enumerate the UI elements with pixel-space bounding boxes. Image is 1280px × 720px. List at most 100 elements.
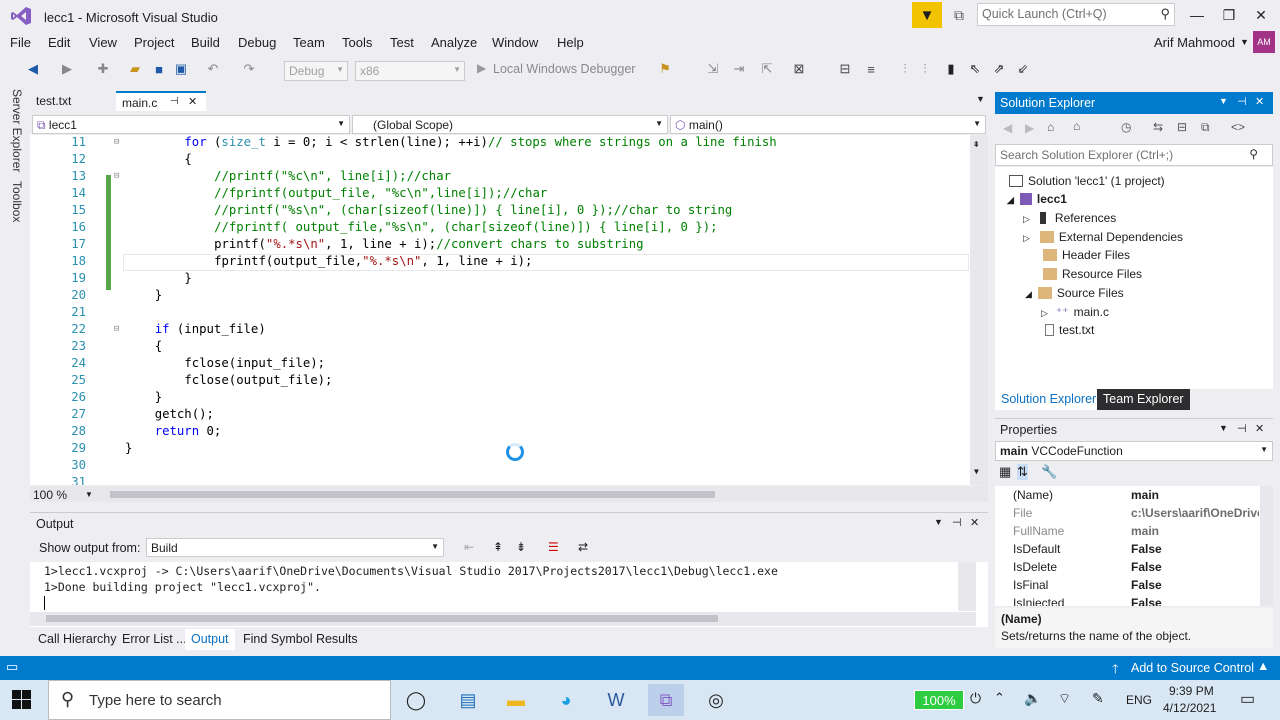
output-vertical-scrollbar[interactable] xyxy=(958,562,976,611)
prev-bookmark-icon[interactable]: ⇖ xyxy=(966,60,984,78)
tree-item-solution[interactable]: Solution 'lecc1' (1 project) xyxy=(1009,174,1165,188)
edge-icon[interactable]: ◕ xyxy=(548,684,584,716)
property-row[interactable]: (Name) main xyxy=(995,486,1260,504)
undo-icon[interactable]: ↶ xyxy=(204,60,222,78)
show-hidden-icon[interactable]: ⌃ xyxy=(994,690,1005,706)
menu-help[interactable]: Help xyxy=(557,35,584,50)
menu-file[interactable]: File xyxy=(10,35,31,50)
step-over-icon[interactable]: ⇥ xyxy=(730,60,748,78)
menu-analyze[interactable]: Analyze xyxy=(431,35,477,50)
back-icon[interactable]: ◀ xyxy=(1003,121,1012,135)
zoom-dropdown-icon[interactable]: ▼ xyxy=(85,490,93,499)
save-all-icon[interactable]: ▣ xyxy=(172,60,190,78)
menu-build[interactable]: Build xyxy=(191,35,220,50)
filter-icon[interactable]: ▼ xyxy=(912,2,942,28)
prev-message-icon[interactable]: ⇞ xyxy=(493,540,503,554)
function-select[interactable]: ⬡ main() ▼ xyxy=(670,115,986,134)
configuration-select[interactable]: Debug ▼ xyxy=(284,61,348,81)
output-horizontal-scrollbar[interactable] xyxy=(30,612,976,626)
format-icon[interactable]: ⫶ xyxy=(896,60,914,78)
taskbar-search-input[interactable]: ⚲ Type here to search xyxy=(48,680,391,720)
properties-menu-icon[interactable]: ▼ xyxy=(1219,423,1228,433)
pin-icon[interactable]: ⊣ xyxy=(170,96,179,107)
horizontal-scroll-thumb[interactable] xyxy=(110,491,715,498)
collapse-region-icon[interactable]: ⊟ xyxy=(114,324,119,334)
save-icon[interactable]: ■ xyxy=(150,60,168,78)
back-icon[interactable]: ◀ xyxy=(24,60,42,78)
next-message-icon[interactable]: ⇟ xyxy=(516,540,526,554)
close-window-button[interactable]: ✕ xyxy=(1244,4,1278,26)
project-select[interactable]: ⧉ lecc1 ▼ xyxy=(32,115,350,134)
power-icon[interactable]: ⏻ xyxy=(970,690,981,707)
restore-button[interactable]: ❐ xyxy=(1212,4,1246,26)
clock-date[interactable]: 4/12/2021 xyxy=(1163,701,1216,715)
properties-object-select[interactable]: main VCCodeFunction ▼ xyxy=(995,441,1273,461)
properties-close-icon[interactable]: ✕ xyxy=(1255,422,1264,435)
minimize-button[interactable]: — xyxy=(1180,4,1214,26)
tab-team-explorer[interactable]: Team Explorer xyxy=(1097,389,1190,410)
comment-icon[interactable]: ≡ xyxy=(862,60,880,78)
forward-icon[interactable]: ▶ xyxy=(58,60,76,78)
tree-item-header-files[interactable]: Header Files xyxy=(1043,248,1130,262)
language-indicator[interactable]: ENG xyxy=(1126,693,1152,707)
split-icon[interactable]: ⇞ xyxy=(973,137,980,150)
collapse-region-icon[interactable]: ⊟ xyxy=(114,137,119,147)
windows-start-icon[interactable] xyxy=(12,690,32,710)
property-row[interactable]: IsInjected False xyxy=(995,594,1260,606)
notifications-icon[interactable]: ▭ xyxy=(1240,689,1255,709)
tab-error-list[interactable]: Error List ... xyxy=(116,629,193,650)
home-icon[interactable]: ⌂ xyxy=(1047,120,1054,134)
property-row[interactable]: FullName main xyxy=(995,522,1260,540)
properties-pin-icon[interactable]: ⊣ xyxy=(1237,422,1247,435)
solution-close-icon[interactable]: ✕ xyxy=(1255,95,1264,108)
attach-icon[interactable]: ⇱ xyxy=(758,60,776,78)
start-debugger-button[interactable]: Local Windows Debugger xyxy=(493,62,635,76)
property-pages-icon[interactable]: 🔧 xyxy=(1041,464,1057,480)
file-explorer-icon[interactable]: ▬ xyxy=(498,684,534,716)
menu-debug[interactable]: Debug xyxy=(238,35,276,50)
find-message-icon[interactable]: ⇤ xyxy=(464,540,474,554)
properties-grid[interactable]: (Name) main File c:\Users\aarif\OneDrive Ful… xyxy=(995,486,1260,606)
user-name[interactable]: Arif Mahmood xyxy=(1154,35,1235,50)
find-icon[interactable]: ⚑ xyxy=(656,60,674,78)
code-editor[interactable]: 11 for (size_t i = 0; i < strlen(line); +… xyxy=(30,135,988,485)
tree-item-resource-files[interactable]: Resource Files xyxy=(1043,267,1142,281)
property-row[interactable]: File c:\Users\aarif\OneDrive xyxy=(995,504,1260,522)
quick-launch-input[interactable]: Quick Launch (Ctrl+Q) ⚲ xyxy=(977,3,1175,26)
tab-find-symbol-results[interactable]: Find Symbol Results xyxy=(237,629,364,650)
align-icon[interactable]: ⫶ xyxy=(916,60,934,78)
menu-tools[interactable]: Tools xyxy=(342,35,372,50)
step-icon[interactable]: ⇲ xyxy=(704,60,722,78)
output-source-select[interactable]: Build ▼ xyxy=(146,538,444,557)
zoom-level[interactable]: 100 % xyxy=(33,488,67,502)
bookmark-icon[interactable]: ▮ xyxy=(942,60,960,78)
tab-call-hierarchy[interactable]: Call Hierarchy xyxy=(32,629,123,650)
properties-scrollbar[interactable] xyxy=(1260,486,1273,606)
pending-changes-icon[interactable]: ◷ xyxy=(1121,120,1131,134)
tab-solution-explorer[interactable]: Solution Explorer xyxy=(995,389,1103,410)
clear-bookmarks-icon[interactable]: ⇙ xyxy=(1014,60,1032,78)
solution-menu-icon[interactable]: ▼ xyxy=(1219,96,1228,106)
pen-icon[interactable]: ✎ xyxy=(1092,690,1104,707)
visual-studio-icon[interactable]: ⧉ xyxy=(648,684,684,716)
collapse-all-icon[interactable]: ⊟ xyxy=(1177,120,1187,134)
task-view-icon[interactable]: ◯ xyxy=(398,684,434,716)
open-folder-icon[interactable]: ▰ xyxy=(126,60,144,78)
word-wrap-icon[interactable]: ⇄ xyxy=(578,540,588,554)
output-close-icon[interactable]: ✕ xyxy=(970,516,979,529)
tree-item-project[interactable]: ◢ lecc1 xyxy=(1007,192,1067,206)
code-view-icon[interactable]: <> xyxy=(1231,120,1245,134)
output-text[interactable]: 1>lecc1.vcxproj -> C:\Users\aarif\OneDri… xyxy=(30,562,988,627)
tab-overflow-icon[interactable]: ▼ xyxy=(976,94,985,104)
collapse-region-icon[interactable]: ⊟ xyxy=(114,171,119,181)
menu-project[interactable]: Project xyxy=(134,35,174,50)
tree-item-source-files[interactable]: ◢ Source Files xyxy=(1025,286,1124,300)
editor-vertical-scrollbar[interactable]: ⇞ ▼ xyxy=(970,135,988,485)
solution-tree[interactable]: Solution 'lecc1' (1 project) ◢ lecc1 ▷ Ref… xyxy=(995,167,1273,389)
clock-time[interactable]: 9:39 PM xyxy=(1169,684,1214,698)
next-bookmark-icon[interactable]: ⇗ xyxy=(990,60,1008,78)
menu-edit[interactable]: Edit xyxy=(48,35,70,50)
feedback-icon[interactable]: ⧉ xyxy=(948,4,970,26)
property-row[interactable]: IsFinal False xyxy=(995,576,1260,594)
scroll-down-icon[interactable]: ▼ xyxy=(974,467,979,476)
